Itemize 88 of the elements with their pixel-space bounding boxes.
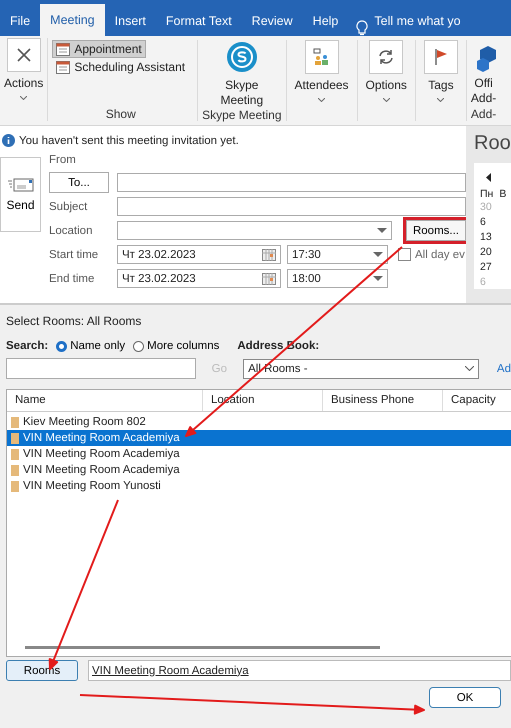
date-field[interactable]: Чт 23.02.2023 [117,245,281,264]
room-icon [11,448,19,460]
options-button[interactable]: Options [366,40,407,102]
calendar-icon [56,42,70,56]
group-label: Add- [470,107,496,121]
room-icon [11,416,19,428]
caret-icon [318,98,326,102]
field-label: End time [49,272,96,284]
actions-button[interactable]: Actions [4,38,44,100]
room-icon [11,464,19,476]
ribbon-tab[interactable]: Insert [104,6,156,36]
room-row[interactable]: VIN Meeting Room Academiya [7,430,511,446]
room-row[interactable]: VIN Meeting Room Academiya [7,462,511,478]
radio-button[interactable] [56,340,68,352]
calendar-day[interactable]: 27 [480,260,511,275]
field-label: Start time [49,248,100,260]
flag-icon [434,48,448,66]
chevron-icon [464,366,474,371]
info-message: You haven't sent this meeting invitation yet. [19,134,239,146]
radio-option[interactable]: More columns [133,340,220,352]
weekday-label: В [499,188,506,200]
search-field[interactable] [6,358,196,379]
calendar-icon [262,272,276,284]
skype-meeting-button[interactable]: Skype Meeting [220,40,264,108]
checkbox[interactable] [398,248,411,261]
caret-icon [382,98,390,102]
calendar-icon [56,60,70,74]
ribbon-tab[interactable]: Help [302,6,348,36]
caret-icon [437,98,444,102]
calendar-day[interactable]: 20 [480,245,511,260]
rooms-button[interactable]: Rooms... [406,220,466,241]
time-field[interactable]: 18:00 [287,269,388,288]
field-label: Subject [49,200,88,212]
panel-title: Roo [474,132,511,155]
radio-option[interactable]: Name only [56,340,126,352]
address-book-dropdown[interactable]: All Rooms - [243,358,479,378]
dropdown-icon [377,228,387,233]
office-add-ins-button[interactable]: Offi Add- [470,40,499,106]
ribbon-tab[interactable]: File [0,6,40,36]
column-header[interactable]: Business Phone [323,390,443,411]
time-field[interactable]: 17:30 [287,245,388,264]
envelope-icon [8,178,34,192]
caret-icon [20,96,28,100]
weekday-label: Пн [480,188,494,200]
to-field[interactable] [117,173,466,192]
group-label: Show [106,107,136,121]
view-button[interactable]: Appointment [52,40,146,58]
room-row[interactable]: VIN Meeting Room Academiya [7,446,511,462]
dialog-title: Select Rooms: All Rooms [6,313,142,330]
attendees-button[interactable]: Attendees [294,40,349,102]
field-label: Location [49,224,94,236]
view-button[interactable]: Scheduling Assistant [52,58,190,76]
to-button[interactable]: To... [49,172,109,193]
calendar-icon [262,248,276,260]
column-header[interactable]: Name [7,390,203,411]
rooms-button[interactable]: Rooms [6,660,78,681]
tell-me-search[interactable]: Tell me what yo [374,6,461,36]
rooms-field[interactable]: VIN Meeting Room Academiya [88,660,511,681]
room-row[interactable]: Kiev Meeting Room 802 [7,414,511,430]
room-icon [11,480,19,492]
ok-button[interactable]: OK [429,687,501,708]
ribbon-tab[interactable]: Meeting [40,4,105,36]
calendar-day[interactable]: 13 [480,230,511,245]
ribbon-tab[interactable]: Format Text [156,6,242,36]
close-icon [16,47,32,63]
send-button[interactable]: Send [0,157,41,232]
people-icon [312,48,331,66]
date-field[interactable]: Чт 23.02.2023 [117,269,281,288]
subject-field[interactable] [117,197,466,216]
search-label: Search: [6,340,48,352]
skype-icon [226,42,257,72]
scrollbar[interactable] [25,646,380,649]
field-label: From [49,154,77,166]
group-label: Skype Meeting [202,108,282,122]
calendar-day[interactable]: 6 [480,215,511,230]
dropdown-icon [373,252,383,257]
location-field[interactable] [117,221,392,240]
dropdown-icon [373,276,383,281]
checkbox-label: All day ev [415,248,465,260]
ribbon-tab[interactable]: Review [242,6,303,36]
hexagons-icon [476,44,499,74]
room-row[interactable]: VIN Meeting Room Yunosti [7,478,511,494]
advanced-find-link[interactable]: Ad [496,362,511,374]
previous-icon [486,173,491,182]
column-header[interactable]: Capacity [443,390,511,411]
radio-button[interactable] [133,340,144,352]
refresh-icon [377,48,396,66]
room-icon [11,432,19,444]
